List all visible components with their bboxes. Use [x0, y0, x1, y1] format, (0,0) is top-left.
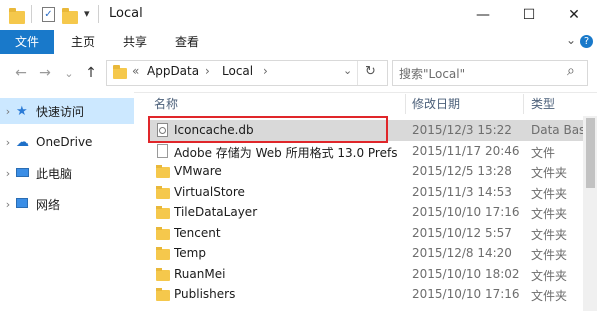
column-divider[interactable]	[523, 94, 524, 114]
back-button[interactable]: ←	[12, 64, 30, 82]
tab-share[interactable]: 共享	[112, 30, 158, 54]
table-row[interactable]: RuanMei 2015/10/10 18:02 文件夹	[148, 264, 597, 285]
file-name: Temp	[174, 246, 206, 260]
sidebar-item-label: 此电脑	[36, 166, 73, 181]
ribbon-tabs: 文件 主页 共享 查看 ⌄ ?	[0, 30, 597, 55]
sidebar-item-label: 网络	[36, 197, 61, 212]
folder-icon	[156, 267, 170, 281]
file-name: Tencent	[174, 225, 221, 240]
sidebar-item-onedrive[interactable]: › ☁ OneDrive	[0, 129, 134, 155]
table-row[interactable]: Tencent 2015/10/12 5:57 文件夹	[148, 223, 597, 244]
file-modified-date: 2015/11/17 20:46	[412, 143, 520, 158]
file-name: Adobe 存储为 Web 所用格式 13.0 Prefs	[174, 145, 398, 160]
tab-home[interactable]: 主页	[60, 30, 106, 54]
breadcrumb-item-appdata[interactable]: AppData	[147, 64, 199, 78]
address-dropdown-icon[interactable]: ⌄	[343, 64, 352, 77]
sidebar-item-label: OneDrive	[36, 135, 93, 149]
file-modified-date: 2015/11/3 14:53	[412, 184, 512, 199]
network-icon	[16, 197, 32, 211]
title-bar: ✓ ▾ Local — ☐ ✕	[0, 0, 597, 30]
search-icon[interactable]: ⌕	[567, 63, 575, 79]
chevron-right-icon[interactable]: ›	[0, 136, 16, 149]
sidebar-item-label: 快速访问	[36, 104, 85, 119]
window-title: Local	[109, 6, 143, 21]
file-name: VMware	[174, 164, 222, 178]
new-folder-icon[interactable]	[62, 8, 78, 24]
column-header-type[interactable]: 类型	[531, 92, 555, 116]
ribbon-expand-icon[interactable]: ⌄	[566, 33, 576, 47]
breadcrumb-separator[interactable]: ›	[263, 64, 268, 78]
table-row[interactable]: Publishers 2015/10/10 17:16 文件夹	[148, 284, 597, 305]
column-header-date[interactable]: 修改日期	[412, 92, 460, 116]
address-bar[interactable]: « AppData › Local › ⌄ ↻	[106, 60, 388, 86]
table-row[interactable]: VMware 2015/12/5 13:28 文件夹	[148, 161, 597, 182]
breadcrumb-separator[interactable]: ›	[205, 64, 210, 78]
folder-icon	[9, 8, 25, 24]
search-input[interactable]: 搜索"Local" ⌕	[392, 60, 588, 86]
cloud-icon: ☁	[16, 134, 29, 150]
minimize-button[interactable]: —	[460, 0, 506, 30]
file-name: TileDataLayer	[174, 205, 258, 219]
sidebar-item-quick-access[interactable]: › ★ 快速访问	[0, 98, 134, 124]
navigation-pane: › ★ 快速访问 › ☁ OneDrive › 此电脑 › 网络	[0, 92, 134, 311]
highlight-box	[148, 116, 388, 143]
folder-icon	[156, 164, 170, 178]
file-modified-date: 2015/10/10 17:16	[412, 287, 520, 301]
file-name: VirtualStore	[174, 184, 245, 199]
file-modified-date: 2015/10/10 17:16	[412, 205, 520, 219]
file-name: RuanMei	[174, 266, 226, 281]
folder-icon	[156, 226, 170, 240]
breadcrumb-item-local[interactable]: Local	[222, 64, 253, 78]
column-divider[interactable]	[405, 94, 406, 114]
file-modified-date: 2015/10/10 18:02	[412, 266, 520, 281]
column-header-name[interactable]: 名称	[154, 92, 178, 116]
up-button[interactable]: ↑	[82, 64, 100, 82]
sidebar-item-this-pc[interactable]: › 此电脑	[0, 160, 134, 186]
folder-icon	[156, 205, 170, 219]
computer-icon	[16, 166, 32, 180]
divider	[31, 5, 32, 23]
forward-button[interactable]: →	[36, 64, 54, 82]
help-icon[interactable]: ?	[580, 35, 593, 48]
search-placeholder: 搜索"Local"	[399, 67, 466, 81]
file-modified-date: 2015/10/12 5:57	[412, 225, 512, 240]
star-icon: ★	[16, 103, 28, 119]
chevron-right-icon[interactable]: ›	[0, 167, 16, 180]
folder-icon	[156, 185, 170, 199]
table-row[interactable]: Adobe 存储为 Web 所用格式 13.0 Prefs 2015/11/17…	[148, 141, 597, 162]
table-row[interactable]: Iconcache.db 2015/12/3 15:22 Data Base	[148, 116, 597, 143]
navigation-bar: ← → ⌄ ↑ « AppData › Local › ⌄ ↻ 搜索"Local…	[0, 54, 597, 93]
table-row[interactable]: Temp 2015/12/8 14:20 文件夹	[148, 243, 597, 264]
folder-icon	[113, 65, 127, 79]
folder-icon	[156, 287, 170, 301]
properties-check-icon[interactable]: ✓	[42, 7, 55, 22]
chevron-right-icon[interactable]: ›	[0, 105, 16, 118]
file-icon	[156, 143, 170, 158]
divider	[98, 5, 99, 23]
close-button[interactable]: ✕	[551, 0, 597, 30]
quick-access-dropdown-icon[interactable]: ▾	[84, 7, 90, 20]
scrollbar-thumb[interactable]	[586, 118, 595, 188]
tab-file[interactable]: 文件	[0, 30, 54, 54]
refresh-button[interactable]: ↻	[365, 64, 376, 79]
chevron-right-icon[interactable]: ›	[0, 198, 16, 211]
folder-icon	[156, 246, 170, 260]
maximize-button[interactable]: ☐	[506, 0, 552, 30]
file-modified-date: 2015/12/5 13:28	[412, 164, 512, 178]
tab-view[interactable]: 查看	[164, 30, 210, 54]
recent-locations-dropdown[interactable]: ⌄	[60, 64, 78, 82]
file-name: Publishers	[174, 287, 236, 301]
file-modified-date: 2015/12/3 15:22	[412, 123, 512, 137]
divider	[357, 61, 358, 85]
file-modified-date: 2015/12/8 14:20	[412, 246, 512, 260]
breadcrumb-overflow[interactable]: «	[132, 64, 139, 78]
file-list: 名称 修改日期 类型 Iconcache.db 2015/12/3 15:22 …	[148, 92, 597, 311]
table-row[interactable]: TileDataLayer 2015/10/10 17:16 文件夹	[148, 202, 597, 223]
sidebar-item-network[interactable]: › 网络	[0, 191, 134, 217]
file-rows: Iconcache.db 2015/12/3 15:22 Data Base A…	[148, 116, 597, 310]
table-row[interactable]: VirtualStore 2015/11/3 14:53 文件夹	[148, 182, 597, 203]
